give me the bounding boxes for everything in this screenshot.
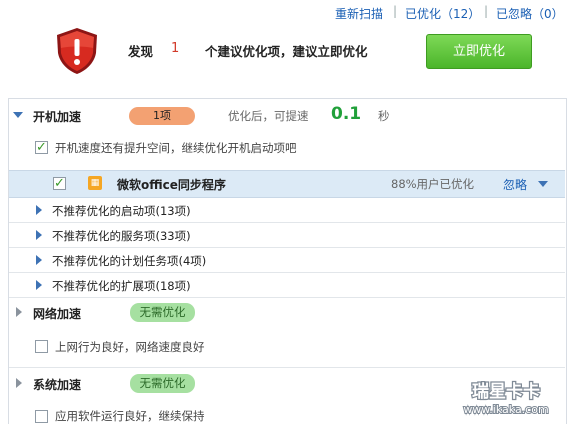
expand-arrow-icon[interactable] — [36, 255, 42, 265]
dropdown-arrow-icon[interactable] — [538, 181, 548, 187]
collapse-arrow-icon[interactable] — [13, 112, 23, 118]
summary-prefix: 发现 — [128, 44, 154, 59]
status-badge: 无需优化 — [130, 374, 195, 393]
network-hint-checkbox[interactable] — [35, 340, 48, 353]
speed-prefix: 优化后，可提速 — [228, 109, 309, 123]
divider — [9, 367, 565, 368]
divider — [9, 222, 565, 223]
watermark-logo: 瑞星卡卡 www.ikaka.com — [447, 375, 565, 419]
status-badge: 无需优化 — [130, 303, 195, 322]
top-divider: | — [484, 4, 489, 18]
expand-arrow-icon[interactable] — [36, 230, 42, 240]
speed-unit: 秒 — [378, 109, 390, 123]
expand-arrow-icon[interactable] — [36, 205, 42, 215]
speed-value: 0.1 — [331, 104, 362, 124]
summary-text: 个建议优化项，建议立即优化 — [205, 44, 368, 59]
divider — [9, 297, 565, 298]
item-count-badge: 1项 — [129, 107, 195, 125]
system-hint: 应用软件运行良好，继续保持 — [55, 409, 205, 423]
subsection-startup-items[interactable]: 不推荐优化的启动项(13项) — [52, 203, 191, 219]
startup-hint-checkbox[interactable]: ✓ — [35, 141, 48, 154]
optimized-link[interactable]: 已优化（12） — [405, 5, 480, 22]
rescan-link[interactable]: 重新扫描 — [335, 5, 383, 22]
item-name: 微软office同步程序 — [117, 178, 226, 192]
check-icon: ✓ — [36, 140, 47, 155]
expand-arrow-icon[interactable] — [36, 280, 42, 290]
subsection-extensions[interactable]: 不推荐优化的扩展项(18项) — [52, 278, 191, 294]
subsection-services[interactable]: 不推荐优化的服务项(33项) — [52, 228, 191, 244]
top-divider: | — [393, 4, 398, 18]
svg-text:www.ikaka.com: www.ikaka.com — [463, 403, 548, 416]
divider — [9, 247, 565, 248]
divider — [9, 272, 565, 273]
network-hint: 上网行为良好，网络速度良好 — [55, 340, 205, 354]
subsection-scheduled-tasks[interactable]: 不推荐优化的计划任务项(4项) — [52, 253, 206, 269]
startup-hint: 开机速度还有提升空间，继续优化开机启动项吧 — [55, 141, 297, 155]
item-checkbox[interactable]: ✓ — [53, 177, 66, 190]
item-stat: 88%用户已优化 — [391, 177, 475, 191]
expand-arrow-icon[interactable] — [16, 307, 22, 317]
section-title-system: 系统加速 — [33, 378, 82, 392]
shield-alert-icon — [52, 26, 102, 76]
section-title-startup: 开机加速 — [33, 110, 82, 124]
system-hint-checkbox[interactable] — [35, 410, 48, 423]
office-app-icon: ▦ — [88, 176, 102, 190]
summary-count: 1 — [171, 41, 180, 56]
section-title-network: 网络加速 — [33, 307, 82, 321]
ignore-link[interactable]: 忽略 — [503, 176, 527, 193]
svg-text:瑞星卡卡: 瑞星卡卡 — [472, 381, 540, 402]
optimize-now-button[interactable]: 立即优化 — [426, 34, 532, 69]
check-icon: ✓ — [54, 176, 65, 191]
expand-arrow-icon[interactable] — [16, 378, 22, 388]
ignored-link[interactable]: 已忽略（0） — [496, 5, 564, 22]
